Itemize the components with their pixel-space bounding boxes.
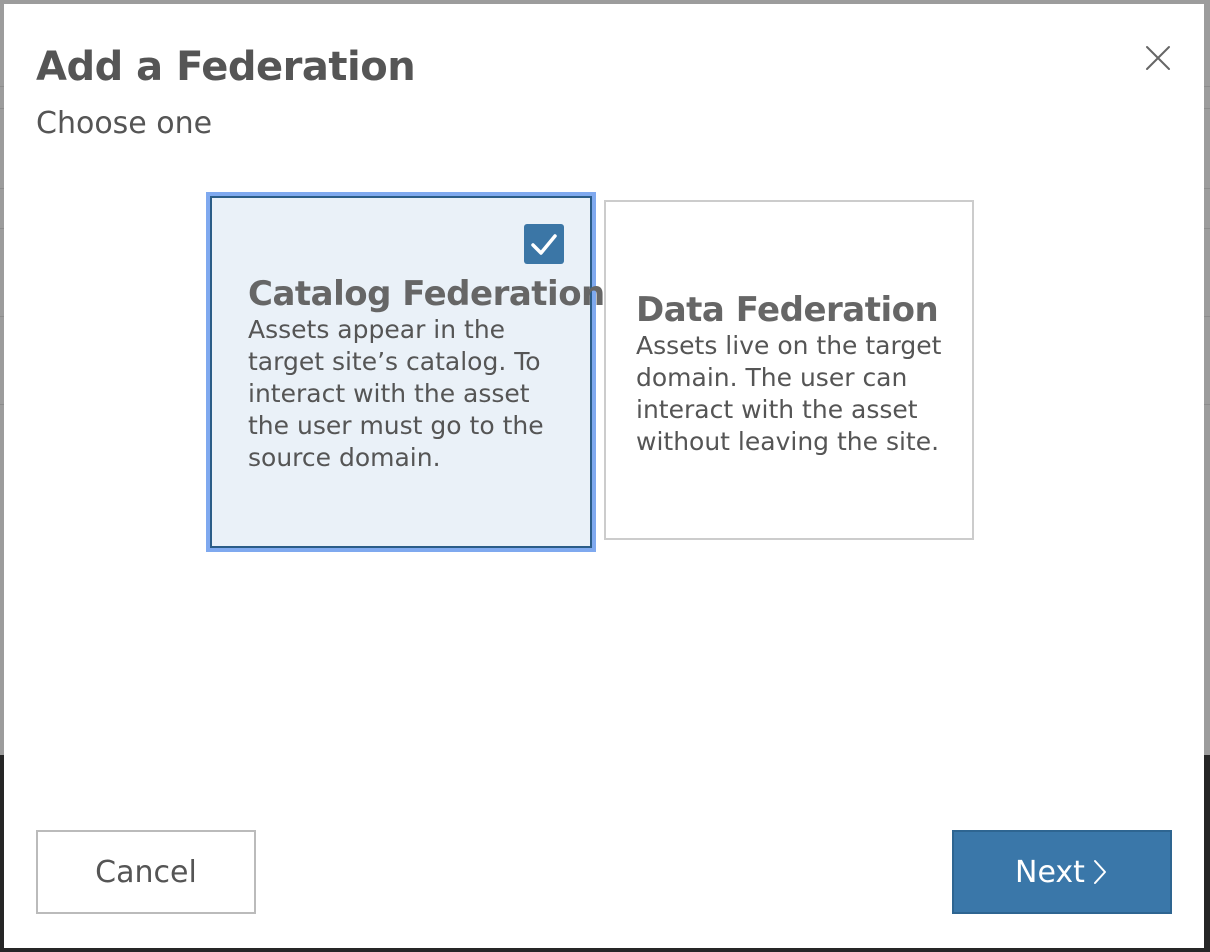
dialog-title: Add a Federation: [36, 44, 416, 90]
close-icon: [1146, 46, 1170, 70]
close-button[interactable]: [1138, 38, 1178, 78]
next-button-label: Next: [1015, 854, 1085, 890]
option-data-federation[interactable]: Data Federation Assets live on the targe…: [604, 200, 974, 540]
option-description: Assets live on the target domain. The us…: [636, 331, 942, 456]
cancel-button[interactable]: Cancel: [36, 830, 256, 914]
chevron-right-icon: [1093, 860, 1106, 884]
next-button[interactable]: Next: [952, 830, 1172, 914]
selected-checkbox: [524, 224, 564, 264]
option-title: Catalog Federation: [248, 274, 605, 314]
checkmark-icon: [531, 234, 557, 255]
dialog-subtitle: Choose one: [36, 106, 213, 141]
option-title: Data Federation: [636, 290, 939, 330]
option-catalog-federation[interactable]: Catalog Federation Assets appear in the …: [210, 196, 605, 548]
add-federation-dialog: Add a Federation Choose one Catalog Fede…: [4, 4, 1204, 948]
option-description: Assets appear in the target site’s catal…: [248, 315, 544, 472]
